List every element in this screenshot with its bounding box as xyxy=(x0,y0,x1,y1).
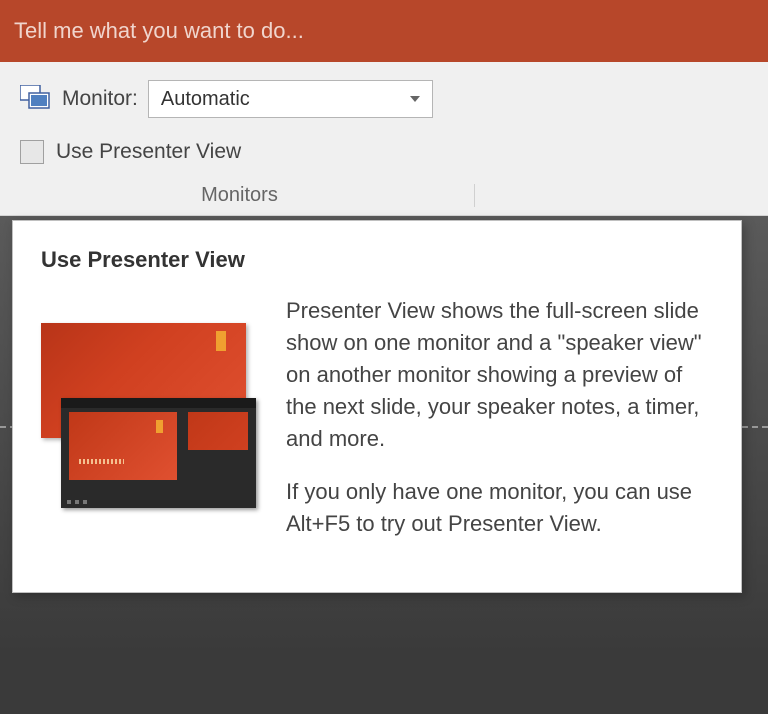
monitor-dropdown[interactable]: Automatic xyxy=(148,80,433,118)
monitor-row: Monitor: Automatic xyxy=(20,80,748,118)
tooltip-body: Presenter View shows the full-screen sli… xyxy=(41,295,713,562)
tooltip-title: Use Presenter View xyxy=(41,247,713,273)
tooltip-para1: Presenter View shows the full-screen sli… xyxy=(286,295,713,454)
presenter-view-row: Use Presenter View xyxy=(20,140,748,164)
presenter-view-label: Use Presenter View xyxy=(56,140,241,164)
monitor-dropdown-value: Automatic xyxy=(161,88,250,111)
tooltip-preview-image xyxy=(41,323,256,508)
ribbon-group-label-row: Monitors xyxy=(15,184,475,207)
tell-me-search[interactable]: Tell me what you want to do... xyxy=(0,0,768,62)
ribbon-monitors-group: Monitor: Automatic Use Presenter View Mo… xyxy=(0,62,768,216)
monitors-icon xyxy=(20,85,52,113)
slide-background: Use Presenter View Presenter View show xyxy=(0,216,768,656)
ribbon-group-label: Monitors xyxy=(201,184,278,207)
tooltip-text: Presenter View shows the full-screen sli… xyxy=(286,295,713,562)
presenter-view-checkbox[interactable] xyxy=(20,140,44,164)
tooltip-panel: Use Presenter View Presenter View show xyxy=(12,220,742,593)
monitor-label: Monitor: xyxy=(62,87,138,111)
chevron-down-icon xyxy=(410,96,420,102)
tooltip-para2: If you only have one monitor, you can us… xyxy=(286,476,713,540)
